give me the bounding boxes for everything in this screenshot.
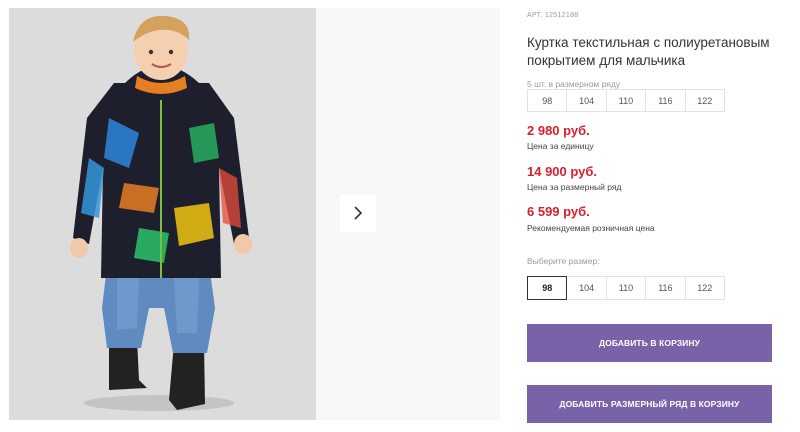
- pack-size-cell: 104: [566, 89, 607, 112]
- size-picker: 98 104 110 116 122: [527, 276, 725, 300]
- pack-size-cell: 122: [684, 89, 725, 112]
- product-photo[interactable]: [9, 8, 316, 420]
- boy-in-jacket-image: [9, 8, 316, 420]
- retail-price-label: Рекомендуемая розничная цена: [527, 223, 655, 233]
- product-title: Куртка текстильная с полиуретановым покр…: [527, 35, 770, 68]
- unit-price-label: Цена за единицу: [527, 141, 594, 151]
- add-pack-to-cart-button[interactable]: ДОБАВИТЬ РАЗМЕРНЫЙ РЯД В КОРЗИНУ: [527, 385, 772, 423]
- size-option-122[interactable]: 122: [684, 276, 725, 300]
- pack-size-cell: 98: [527, 89, 568, 112]
- pack-price-label: Цена за размерный ряд: [527, 182, 622, 192]
- product-gallery: [0, 0, 500, 432]
- pack-size-label: 5 шт. в размерном ряду: [527, 79, 621, 89]
- next-photo-button[interactable]: [340, 194, 376, 232]
- size-option-98[interactable]: 98: [527, 276, 568, 300]
- size-option-104[interactable]: 104: [566, 276, 607, 300]
- retail-price: 6 599 руб.: [527, 204, 590, 219]
- pack-size-cell: 110: [605, 89, 647, 112]
- pack-price: 14 900 руб.: [527, 164, 598, 179]
- pack-size-cell: 116: [645, 89, 686, 112]
- choose-size-label: Выберите размер:: [527, 256, 600, 266]
- pack-sizes: 98 104 110 116 122: [527, 89, 725, 112]
- size-option-110[interactable]: 110: [605, 276, 647, 300]
- chevron-right-icon: [354, 206, 363, 220]
- size-option-116[interactable]: 116: [645, 276, 686, 300]
- product-sku: АРТ. 12512188: [527, 12, 579, 19]
- add-to-cart-button[interactable]: ДОБАВИТЬ В КОРЗИНУ: [527, 324, 772, 362]
- unit-price: 2 980 руб.: [527, 123, 590, 138]
